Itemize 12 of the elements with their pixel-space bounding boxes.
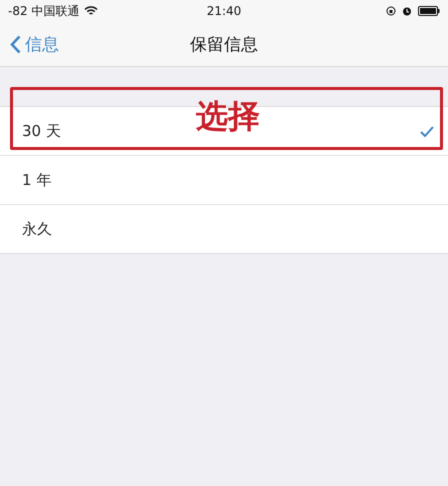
wifi-icon [84, 6, 98, 16]
back-button[interactable]: 信息 [10, 32, 59, 56]
rotation-lock-icon [386, 6, 396, 16]
carrier-label: -82 中国联通 [8, 2, 80, 20]
clock: 21:40 [206, 4, 242, 18]
alarm-icon [402, 6, 412, 16]
option-item[interactable]: 1 年 [22, 170, 434, 190]
annotation-label: 选择 [196, 100, 260, 132]
option-item[interactable]: 永久 [22, 220, 434, 238]
chevron-left-icon [10, 34, 21, 54]
battery-icon [418, 6, 440, 16]
page-title: 保留信息 [190, 34, 258, 56]
